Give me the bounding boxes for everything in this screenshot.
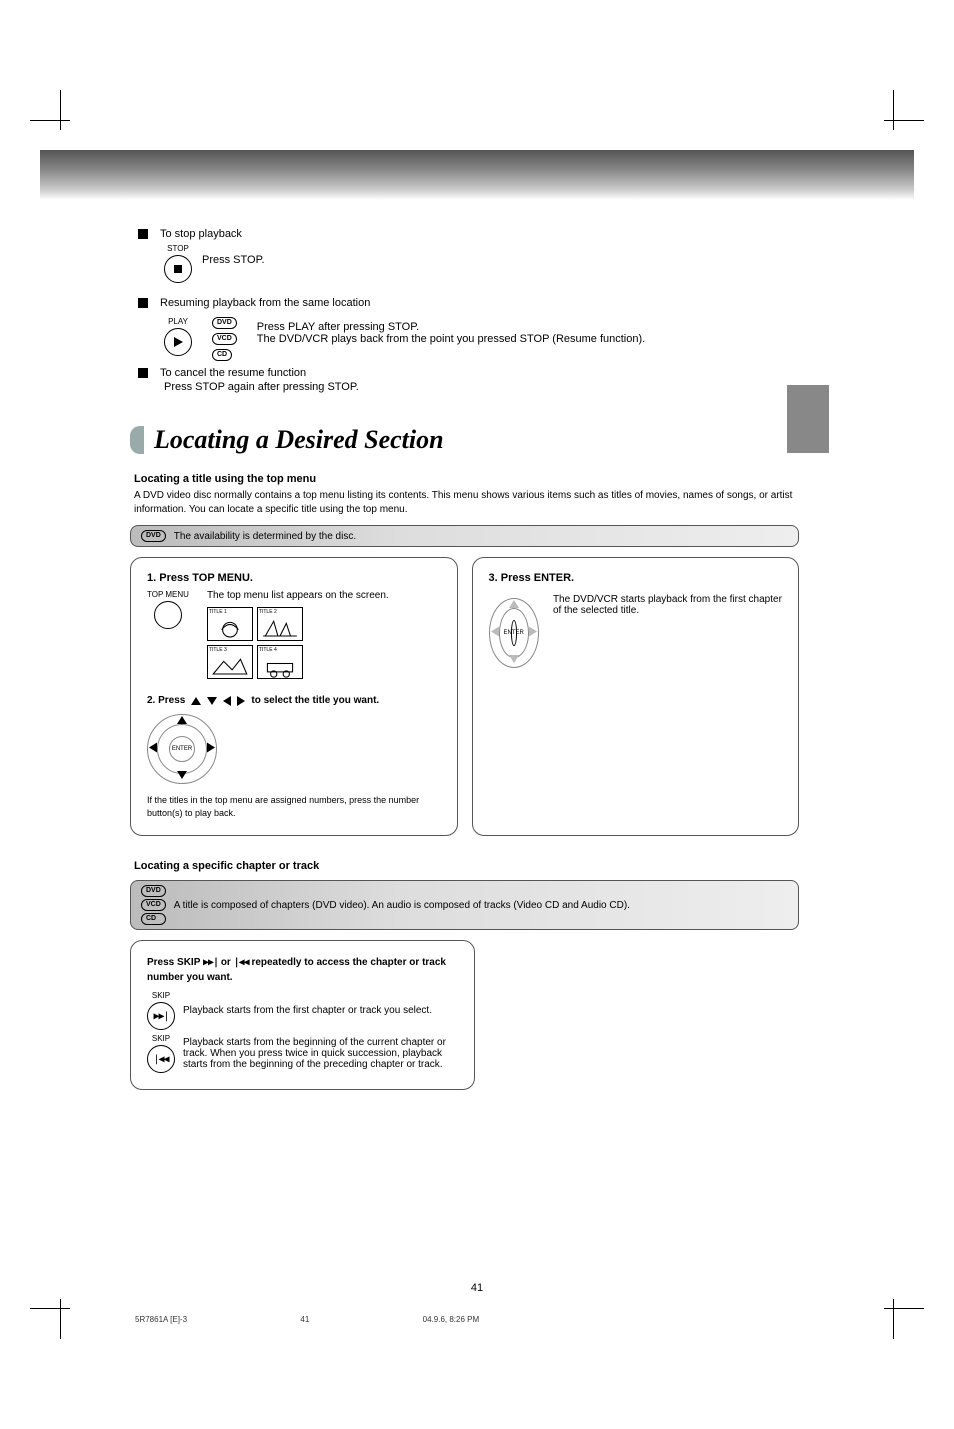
step2-line: 2. Press to select the title you want.: [147, 695, 441, 706]
bullet-square-icon: [138, 368, 148, 378]
play-button-graphic: PLAY: [164, 317, 192, 356]
arrow-left-icon: [223, 696, 231, 706]
skip-back-text: Playback starts from the beginning of th…: [183, 1037, 458, 1070]
skip-section-label: Locating a specific chapter or track: [134, 860, 799, 872]
dvd-pill: DVD: [141, 530, 166, 542]
skip-back-icon: |◀◀: [234, 957, 249, 968]
vcd-pill: VCD: [212, 333, 237, 345]
skip-step-box: Press SKIP ▶▶| or |◀◀ repeatedly to acce…: [130, 940, 475, 1090]
menu-bar-header: DVD The availability is determined by th…: [130, 525, 799, 547]
skip-forward-button-graphic: SKIP ▶▶|: [147, 991, 175, 1030]
menu-section-label: Locating a title using the top menu: [134, 473, 799, 485]
section-bullet-icon: [130, 426, 148, 454]
step3-box: 3. Press ENTER. ENTER The DVD/VCR starts…: [472, 557, 800, 836]
arrow-right-icon: [237, 696, 245, 706]
bullet-square-icon: [138, 298, 148, 308]
vcd-pill: VCD: [141, 899, 166, 911]
direction-pad-icon: ENTER: [147, 714, 217, 784]
skip-step-line: Press SKIP ▶▶| or |◀◀ repeatedly to acce…: [147, 955, 458, 985]
menu-bar-text: The availability is determined by the di…: [174, 531, 356, 542]
top-menu-button-graphic: TOP MENU: [147, 590, 189, 629]
skip-bar-text: A title is composed of chapters (DVD vid…: [174, 900, 630, 911]
stop-button-label: STOP: [167, 244, 189, 253]
arrow-up-icon: [191, 697, 201, 705]
stop-icon: [164, 255, 192, 283]
skip-back-icon: |◀◀: [147, 1045, 175, 1073]
dvd-pill: DVD: [141, 885, 166, 897]
arrow-down-icon: [207, 697, 217, 705]
cancel-instruction: Press STOP again after pressing STOP.: [164, 381, 799, 393]
play-button-label: PLAY: [168, 317, 188, 326]
cd-pill: CD: [212, 349, 232, 361]
top-menu-label: TOP MENU: [147, 590, 189, 599]
skip-back-button-graphic: SKIP |◀◀: [147, 1034, 175, 1073]
stop-heading: To stop playback: [160, 228, 242, 240]
step3-body: The DVD/VCR starts playback from the fir…: [553, 590, 782, 616]
step1-title: 1. Press TOP MENU.: [147, 572, 441, 584]
stop-instruction: Press STOP.: [202, 244, 265, 266]
resume-instruction: Press PLAY after pressing STOP. The DVD/…: [257, 317, 799, 345]
step2-note: If the titles in the top menu are assign…: [147, 794, 441, 819]
dvd-pill: DVD: [212, 317, 237, 329]
section-title: Locating a Desired Section: [154, 425, 444, 455]
menu-section-desc: A DVD video disc normally contains a top…: [134, 489, 799, 517]
skip-label: SKIP: [152, 991, 170, 1000]
header-gradient: [40, 150, 914, 200]
top-menu-icon: [154, 601, 182, 629]
disc-type-list: DVD VCD CD: [212, 317, 237, 361]
bullet-square-icon: [138, 229, 148, 239]
cancel-heading: To cancel the resume function: [160, 367, 306, 379]
skip-forward-text: Playback starts from the first chapter o…: [183, 1005, 432, 1016]
step1-2-box: 1. Press TOP MENU. TOP MENU The top menu…: [130, 557, 458, 836]
skip-bar-header: DVD VCD CD A title is composed of chapte…: [130, 880, 799, 930]
stop-button-graphic: STOP: [164, 244, 192, 283]
page-number: 41: [471, 1282, 483, 1294]
step1-body: The top menu list appears on the screen.: [207, 590, 441, 601]
skip-label: SKIP: [152, 1034, 170, 1043]
skip-forward-icon: ▶▶|: [203, 957, 218, 968]
enter-pad-icon: ENTER: [489, 598, 539, 668]
cd-pill: CD: [141, 913, 166, 925]
resume-heading: Resuming playback from the same location: [160, 297, 370, 309]
play-icon: [164, 328, 192, 356]
top-menu-thumbnails: TITLE 1 TITLE 2 TITLE 3 TITLE 4: [207, 607, 441, 679]
step3-title: 3. Press ENTER.: [489, 572, 783, 584]
footer-line: 5R7861A [E]-3 41 04.9.6, 8:26 PM: [135, 1315, 479, 1324]
skip-forward-icon: ▶▶|: [147, 1002, 175, 1030]
